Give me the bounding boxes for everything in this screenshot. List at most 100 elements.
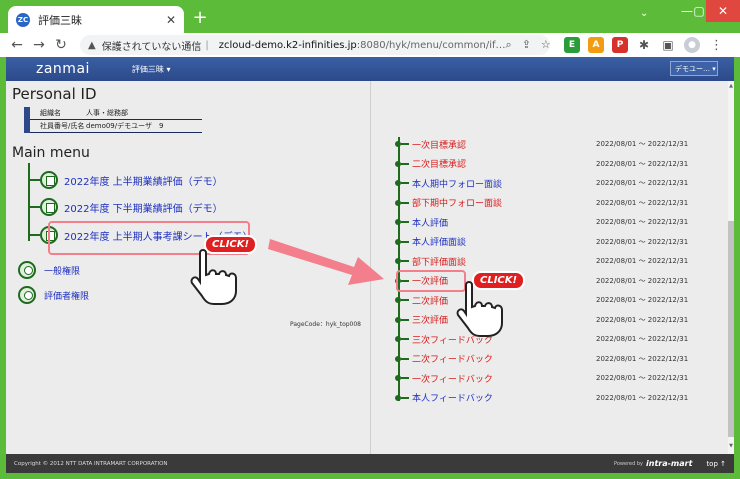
task-link[interactable]: 本人期中フォロー面談 (412, 177, 582, 190)
pid-value: 人事・総務部 (86, 109, 128, 117)
extensions-puzzle-icon[interactable]: ✱ (636, 37, 652, 53)
task-link[interactable]: 本人評価 (412, 216, 582, 229)
task-link[interactable]: 一次フィードバック (412, 372, 582, 385)
back-icon[interactable]: ← (6, 37, 28, 53)
page-code: PageCode：hyk_top008 (290, 321, 361, 328)
task-period: 2022/08/01 ～ 2022/12/31 (596, 179, 689, 187)
task-row: 二次目標承認 2022/08/01 ～ 2022/12/31 (394, 157, 724, 171)
close-window-icon[interactable]: ✕ (706, 0, 740, 22)
scroll-thumb[interactable] (728, 221, 734, 437)
evaluator-permission-icon (18, 286, 36, 304)
tree-branch (401, 377, 409, 379)
scroll-up-icon[interactable]: ▲ (728, 83, 734, 89)
share-icon[interactable]: ⇪ (522, 38, 531, 52)
zoom-icon[interactable]: ⌕ (506, 38, 512, 52)
copyright: Copyright © 2012 NTT DATA INTRAMART CORP… (14, 460, 168, 467)
main-menu-title: Main menu (12, 145, 90, 161)
perm-link[interactable]: 一般権限 (44, 264, 80, 277)
tab-close-icon[interactable]: ✕ (166, 13, 176, 27)
tree-branch (401, 162, 409, 165)
task-row: 本人評価面談 2022/08/01 ～ 2022/12/31 (394, 235, 724, 249)
task-period: 2022/08/01 ～ 2022/12/31 (596, 276, 689, 285)
new-tab-icon[interactable]: + (190, 8, 210, 28)
task-row: 二次フィードバック 2022/08/01 ～ 2022/12/31 (394, 352, 724, 366)
reload-icon[interactable]: ↻ (50, 37, 72, 53)
warning-icon: ▲ (88, 39, 96, 51)
personal-id-title: Personal ID (12, 85, 97, 103)
tree-branch (401, 143, 409, 145)
tree-branch (401, 396, 409, 399)
task-period: 2022/08/01 ～ 2022/12/31 (596, 159, 689, 168)
task-row: 一次フィードバック 2022/08/01 ～ 2022/12/31 (394, 371, 724, 385)
extension-a-icon[interactable]: A (588, 37, 604, 53)
browser-tab[interactable]: ZC 評価三昧 ✕ (8, 6, 184, 33)
task-link[interactable]: 本人評価面談 (412, 235, 582, 248)
task-row: 三次評価 2022/08/01 ～ 2022/12/31 (394, 313, 724, 327)
task-link[interactable]: 部下評価面談 (412, 255, 582, 268)
document-icon (40, 171, 58, 189)
favicon: ZC (16, 12, 30, 27)
scroll-down-icon[interactable]: ▼ (728, 443, 734, 449)
tree-branch (401, 299, 409, 301)
task-period: 2022/08/01 ～ 2022/12/31 (596, 237, 689, 246)
evernote-extension-icon[interactable]: E (564, 37, 580, 53)
browser-menu-icon[interactable]: ⋮ (710, 38, 723, 53)
task-link[interactable]: 一次目標承認 (412, 138, 582, 151)
pid-label: 組織名 (40, 109, 61, 117)
forward-icon[interactable]: → (28, 37, 50, 53)
tree-branch (401, 221, 409, 223)
address-bar[interactable]: ▲ 保護されていない通信 | zcloud-demo.k2-infinities… (80, 35, 550, 55)
tree-branch (401, 182, 409, 184)
url-separator: | (205, 39, 209, 51)
task-link[interactable]: 二次フィードバック (412, 352, 582, 365)
task-period: 2022/08/01 ～ 2022/12/31 (596, 315, 689, 324)
menu-link[interactable]: 2022年度 下半期業績評価（デモ） (64, 200, 223, 215)
pid-label: 社員番号/氏名 (40, 122, 85, 130)
task-row: 部下期中フォロー面談 2022/08/01 ～ 2022/12/31 (394, 196, 724, 210)
task-row: 本人評価 2022/08/01 ～ 2022/12/31 (394, 215, 724, 229)
menu-item-second-half-performance[interactable]: 2022年度 下半期業績評価（デモ） (28, 198, 223, 216)
main-content: Personal ID 組織名 人事・総務部 社員番号/氏名 demo09/デモ… (6, 81, 734, 454)
pid-row-employee: 社員番号/氏名 demo09/デモユーザ 9 (30, 120, 202, 133)
pid-row-org: 組織名 人事・総務部 (30, 107, 202, 120)
page-scrollbar[interactable]: ▲ ▼ (728, 81, 734, 454)
omnibox-actions: ⌕ ⇪ ☆ (506, 38, 550, 52)
task-row: 本人期中フォロー面談 2022/08/01 ～ 2022/12/31 (394, 176, 724, 190)
task-link[interactable]: 二次目標承認 (412, 157, 582, 170)
task-row: 本人フィードバック 2022/08/01 ～ 2022/12/31 (394, 391, 724, 405)
window-frame (0, 473, 740, 479)
bookmark-star-icon[interactable]: ☆ (541, 38, 550, 52)
task-link[interactable]: 本人フィードバック (412, 391, 582, 404)
task-row: 一次目標承認 2022/08/01 ～ 2022/12/31 (394, 137, 724, 151)
task-row: 部下評価面談 2022/08/01 ～ 2022/12/31 (394, 254, 724, 268)
tab-search-icon[interactable]: ⌄ (640, 8, 648, 19)
task-link[interactable]: 部下期中フォロー面談 (412, 196, 582, 209)
perm-evaluator[interactable]: 評価者権限 (18, 286, 89, 304)
profile-avatar-icon[interactable]: ● (684, 37, 700, 53)
menu-link[interactable]: 2022年度 上半期業績評価（デモ） (64, 173, 223, 188)
pid-value: demo09/デモユーザ 9 (86, 122, 164, 130)
perm-general[interactable]: 一般権限 (18, 261, 80, 279)
tree-branch (401, 201, 409, 204)
user-menu-dropdown[interactable]: デモユー… ▾ (670, 61, 718, 76)
tree-branch (401, 260, 409, 262)
sidepanel-icon[interactable]: ▣ (660, 37, 676, 53)
pointing-hand-icon (456, 281, 503, 337)
tree-branch (28, 179, 40, 181)
browser-tabbar: ZC 評価三昧 ✕ + ⌄ — ▢ ✕ (0, 0, 740, 33)
back-to-top-link[interactable]: top ↑ (706, 460, 726, 468)
app-menu-dropdown[interactable]: 評価三昧 ▾ (132, 64, 171, 75)
pdf-extension-icon[interactable]: P (612, 37, 628, 53)
pointing-hand-icon (190, 249, 237, 305)
user-permission-icon (18, 261, 36, 279)
perm-link[interactable]: 評価者権限 (44, 289, 89, 302)
menu-item-first-half-performance[interactable]: 2022年度 上半期業績評価（デモ） (28, 171, 223, 189)
tab-title: 評価三昧 (38, 13, 82, 27)
not-secure-label: 保護されていない通信 (101, 41, 202, 53)
task-period: 2022/08/01 ～ 2022/12/31 (596, 198, 689, 207)
arrow-icon (268, 239, 384, 285)
app-header: zanmai 評価三昧 ▾ デモユー… ▾ (6, 57, 734, 81)
task-period: 2022/08/01 ～ 2022/12/31 (596, 257, 689, 265)
tree-branch (401, 240, 409, 243)
app-logo[interactable]: zanmai (36, 61, 90, 77)
